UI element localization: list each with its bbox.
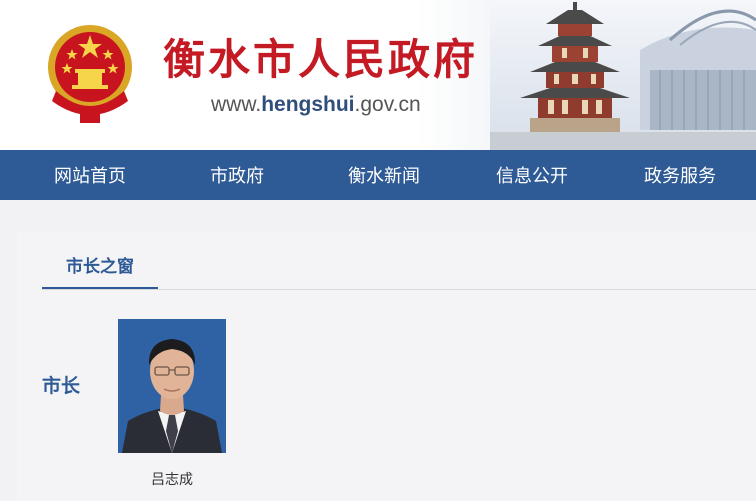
role-label: 市长 — [42, 375, 81, 397]
site-url: www.hengshui.gov.cn — [211, 93, 421, 116]
mayor-portrait[interactable] — [118, 319, 226, 453]
tab-mayor-window[interactable]: 市长之窗 — [42, 249, 158, 289]
nav-item-hengshui-news[interactable]: 衡水新闻 — [348, 162, 420, 188]
nav-item-home[interactable]: 网站首页 — [54, 162, 126, 188]
tab-bar: 市长之窗 — [42, 249, 756, 290]
header-banner-image — [490, 0, 756, 150]
mayor-window-panel: 市长之窗 市长 吕志成 — [17, 231, 756, 501]
nav-item-information-disclosure[interactable]: 信息公开 — [496, 162, 568, 188]
main-nav: 网站首页 市政府 衡水新闻 信息公开 政务服务 — [0, 150, 756, 200]
nav-item-city-government[interactable]: 市政府 — [210, 162, 264, 188]
mayor-name[interactable]: 吕志成 — [118, 469, 226, 489]
portrait-image — [118, 319, 226, 453]
nav-item-government-services[interactable]: 政务服务 — [644, 162, 716, 188]
site-header: 衡水市人民政府 www.hengshui.gov.cn — [0, 0, 756, 150]
site-title: 衡水市人民政府 — [163, 35, 479, 84]
national-emblem-icon[interactable] — [42, 21, 138, 127]
